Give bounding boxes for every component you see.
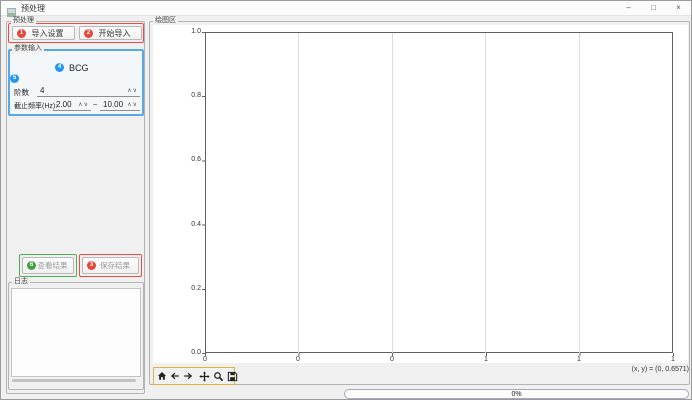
cutoff-separator: ~	[93, 100, 97, 109]
save-results-button[interactable]: 3 保存结果	[82, 257, 139, 274]
zoom-icon[interactable]	[213, 370, 224, 383]
log-horizontal-scrollbar[interactable]	[11, 378, 141, 383]
save-icon[interactable]	[227, 370, 238, 383]
y-tick-label: 0.6	[177, 156, 201, 164]
x-tick-label: 0	[288, 356, 308, 364]
cursor-coords-readout: (x, y) = (0, 0.6571)	[561, 366, 689, 373]
forward-arrow-icon[interactable]	[183, 370, 193, 383]
mpl-toolbar	[153, 367, 235, 385]
cutoff-low-value: 2.00	[56, 100, 72, 109]
cutoff-low-spinner-icon[interactable]: ∧∨	[78, 102, 89, 109]
badge-6: 6	[27, 261, 36, 270]
home-icon[interactable]	[157, 370, 167, 383]
x-tick-marks	[205, 353, 674, 356]
plot-axes	[205, 32, 673, 353]
order-label: 阶数	[14, 87, 29, 98]
import-settings-label: 导入设置	[24, 28, 64, 39]
app-icon	[7, 4, 16, 13]
app-window: 预处理 – □ × 预处理 1 导入设置 2 开始导入 参数输入 4 BCG 5…	[0, 0, 692, 400]
order-spinbox[interactable]: 4 ∧∨	[37, 84, 140, 97]
window-controls: – □ ×	[616, 1, 691, 16]
title-bar: 预处理 – □ ×	[1, 1, 691, 16]
close-button[interactable]: ×	[666, 1, 691, 16]
view-results-button[interactable]: 6 查看结果	[22, 257, 74, 274]
badge-5: 5	[10, 74, 19, 83]
preprocess-group-label: 预处理	[11, 17, 36, 25]
maximize-button[interactable]: □	[641, 1, 666, 16]
y-tick-marks	[202, 32, 205, 354]
log-group-label: 日志	[12, 278, 30, 286]
badge-1: 1	[17, 29, 26, 38]
cutoff-low-spinbox[interactable]: 2.00 ∧∨	[53, 98, 91, 111]
pan-icon[interactable]	[199, 370, 210, 383]
signal-type-value[interactable]: BCG	[69, 63, 89, 73]
y-tick-label: 0.4	[177, 221, 201, 229]
scrollbar-thumb[interactable]	[12, 379, 136, 382]
cutoff-label: 截止频率(Hz):	[14, 101, 57, 111]
gridline	[392, 33, 393, 353]
minimize-button[interactable]: –	[616, 1, 641, 16]
plot-group-label: 绘图区	[153, 17, 178, 25]
order-spinner-icon[interactable]: ∧∨	[127, 88, 138, 95]
x-tick-label: 0	[195, 356, 215, 364]
badge-3: 3	[87, 261, 96, 270]
progress-bar: 0%	[344, 389, 689, 399]
x-tick-label: 1	[476, 356, 496, 364]
badge-4: 4	[55, 63, 64, 72]
param-group-label: 参数输入	[12, 45, 44, 53]
back-arrow-icon[interactable]	[170, 370, 180, 383]
y-tick-label: 0.8	[177, 92, 201, 100]
save-results-label: 保存结果	[91, 260, 130, 271]
x-tick-label: 0	[382, 356, 402, 364]
y-tick-label: 0.2	[177, 285, 201, 293]
start-import-button[interactable]: 2 开始导入	[79, 26, 142, 40]
cutoff-high-spinner-icon[interactable]: ∧∨	[127, 102, 138, 109]
order-value: 4	[40, 86, 44, 95]
start-import-label: 开始导入	[91, 28, 131, 39]
x-tick-label: 1	[663, 356, 683, 364]
gridline	[579, 33, 580, 353]
log-textarea[interactable]	[11, 288, 141, 377]
x-tick-label: 1	[569, 356, 589, 364]
gridline	[485, 33, 486, 353]
cutoff-high-value: 10.00	[103, 100, 123, 109]
badge-2: 2	[84, 29, 93, 38]
cutoff-high-spinbox[interactable]: 10.00 ∧∨	[100, 98, 140, 111]
import-settings-button[interactable]: 1 导入设置	[12, 26, 75, 40]
window-title: 预处理	[21, 1, 45, 16]
gridline	[298, 33, 299, 353]
y-tick-label: 1.0	[177, 28, 201, 36]
